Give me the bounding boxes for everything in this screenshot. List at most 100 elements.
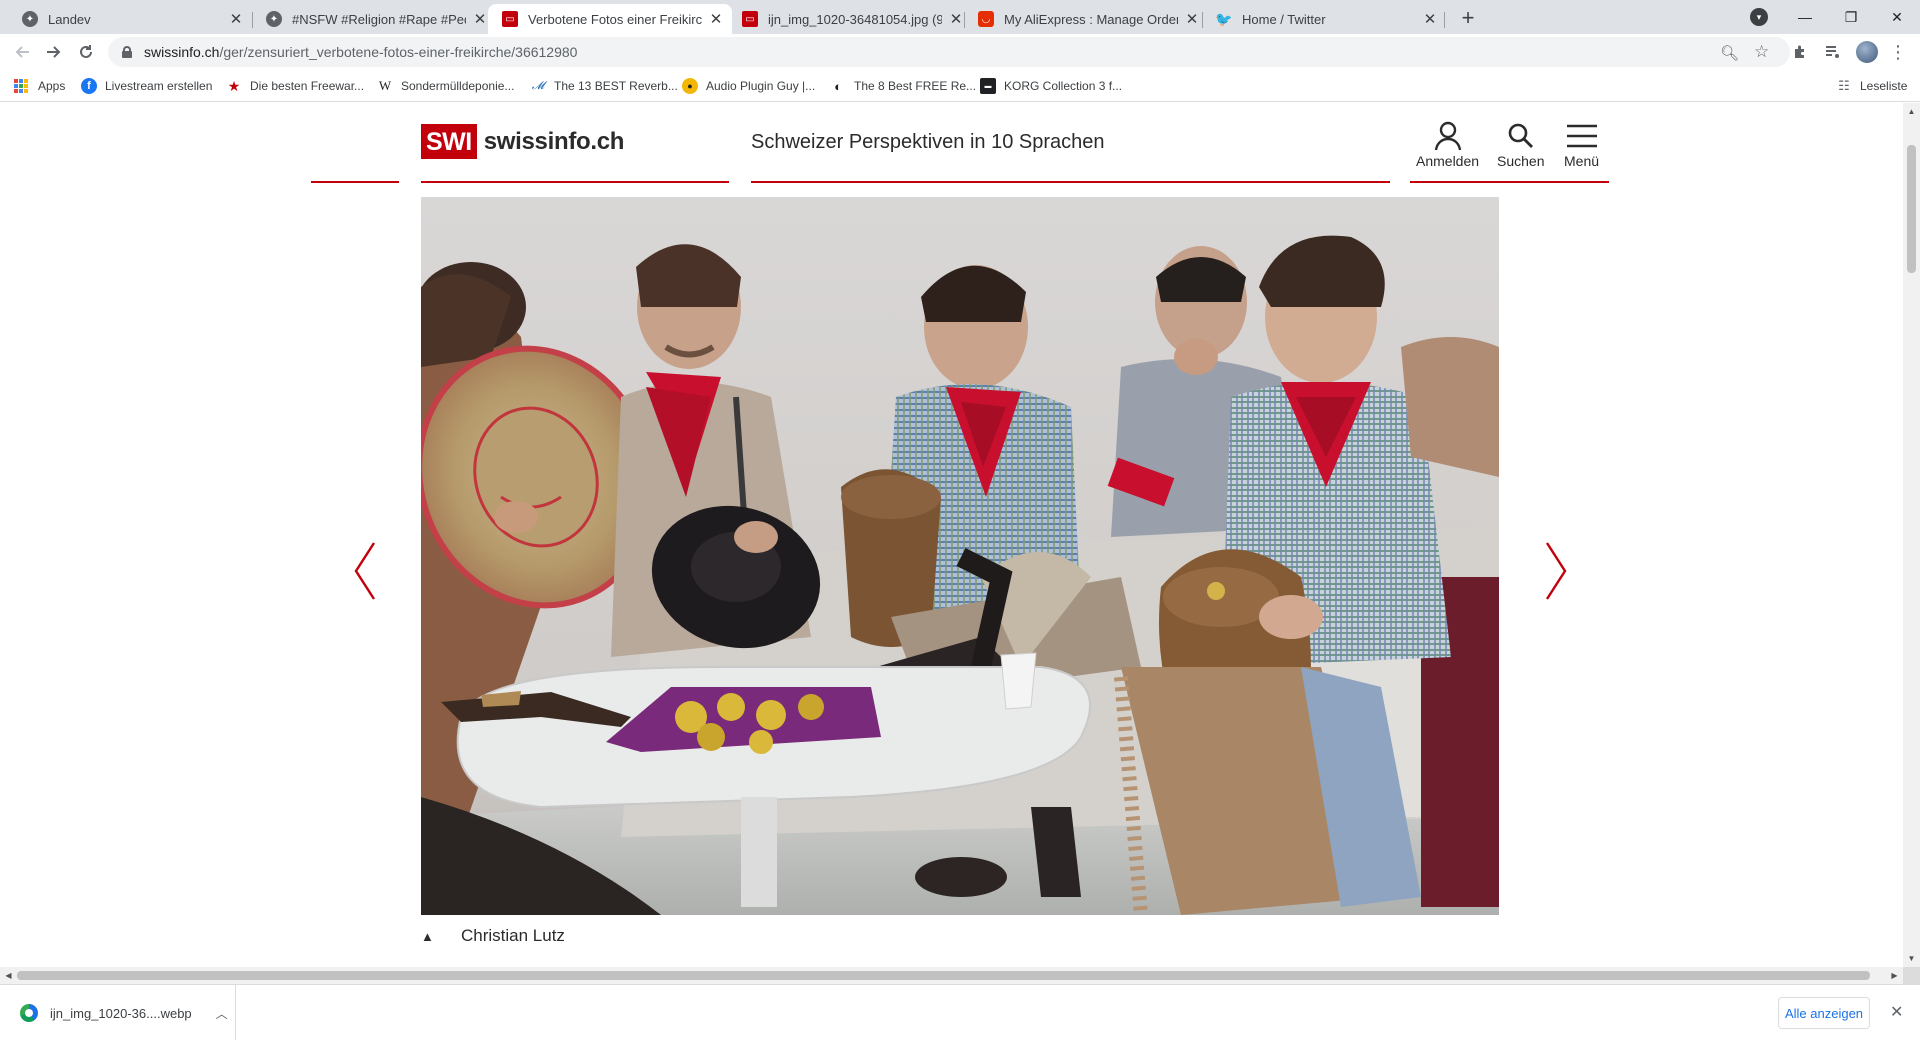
twitter-icon: 🐦 [1215, 10, 1233, 27]
close-tab-icon[interactable]: ✕ [708, 10, 724, 28]
login-label: Anmelden [1416, 153, 1480, 169]
tab-title: My AliExpress : Manage Orders [1004, 11, 1178, 27]
bookmark-sondermuell[interactable]: W Sondermülldeponie... [377, 77, 515, 95]
swi-logo[interactable]: SWI swissinfo.ch [421, 124, 624, 159]
forward-button[interactable] [40, 38, 68, 66]
tab-verbotene-fotos[interactable]: ▭ Verbotene Fotos einer Freikirche ✕ [488, 4, 732, 34]
swi-favicon-icon: ▭ [742, 11, 758, 27]
bookmark-label: Audio Plugin Guy |... [706, 79, 816, 93]
next-slide-button[interactable] [1539, 541, 1569, 601]
tab-title: #NSFW #Religion #Rape #Pedo # [292, 11, 466, 27]
close-window-icon[interactable]: ✕ [1874, 0, 1920, 34]
close-tab-icon[interactable]: ✕ [948, 10, 964, 28]
aliexpress-icon: ◡ [978, 11, 994, 27]
swi-favicon-icon: ▭ [502, 11, 518, 27]
chevron-left-icon [354, 542, 376, 600]
zoom-icon[interactable]: 🔍︎ [1720, 44, 1739, 62]
tab-landev[interactable]: ✦ Landev ✕ [8, 4, 252, 34]
show-all-downloads-button[interactable]: Alle anzeigen [1778, 997, 1870, 1029]
profile-avatar[interactable] [1856, 41, 1878, 63]
chevron-up-icon[interactable]: ︿ [216, 1005, 228, 1022]
tab-search-icon[interactable]: ▾ [1750, 8, 1768, 26]
hamburger-menu-icon [1566, 124, 1597, 148]
previous-slide-button[interactable] [352, 541, 382, 601]
header-rule [1410, 181, 1609, 183]
bookmark-label: The 8 Best FREE Re... [854, 79, 977, 93]
plugin-guy-icon: ● [682, 78, 698, 94]
tab-separator [1444, 12, 1445, 28]
close-tab-icon[interactable]: ✕ [472, 10, 488, 28]
arrow-left-icon [15, 46, 29, 58]
search-button[interactable]: Suchen [1497, 121, 1544, 169]
globe-icon: ✦ [22, 11, 38, 27]
tab-aliexpress[interactable]: ◡ My AliExpress : Manage Orders ✕ [964, 4, 1208, 34]
bookmark-label: The 13 BEST Reverb... [554, 79, 678, 93]
bookmark-livestream[interactable]: f Livestream erstellen [81, 77, 212, 95]
url-path: /ger/zensuriert_verbotene-fotos-einer-fr… [219, 44, 578, 60]
horizontal-scroll-thumb[interactable] [17, 971, 1870, 980]
extensions-puzzle-icon[interactable] [1790, 42, 1810, 62]
bookmark-plugin-guy[interactable]: ● Audio Plugin Guy |... [682, 77, 815, 95]
new-tab-button[interactable]: + [1454, 5, 1482, 33]
close-tab-icon[interactable]: ✕ [1184, 10, 1200, 28]
reload-button[interactable] [72, 38, 100, 66]
facebook-icon: f [81, 78, 97, 94]
download-item[interactable]: ijn_img_1020-36....webp ︿ [0, 985, 236, 1040]
tab-nsfw[interactable]: ✦ #NSFW #Religion #Rape #Pedo # ✕ [252, 4, 496, 34]
restore-icon[interactable]: ❐ [1828, 0, 1874, 34]
scroll-left-icon[interactable]: ◀ [0, 967, 17, 984]
browser-window: ✦ Landev ✕ ✦ #NSFW #Religion #Rape #Pedo… [0, 0, 1920, 1040]
search-label: Suchen [1497, 153, 1545, 169]
tab-ijn-img[interactable]: ▭ ijn_img_1020-36481054.jpg (980 ✕ [728, 4, 972, 34]
tab-title: Verbotene Fotos einer Freikirche [528, 11, 702, 27]
bookmark-free-reverb[interactable]: ◐ The 8 Best FREE Re... [830, 77, 976, 95]
lock-icon[interactable] [122, 46, 132, 58]
horizontal-scrollbar[interactable]: ◀ ▶ [0, 967, 1903, 984]
globe-icon: ✦ [266, 11, 282, 27]
arrow-right-icon [47, 46, 61, 58]
download-filename: ijn_img_1020-36....webp [50, 1005, 192, 1021]
back-button[interactable] [8, 38, 36, 66]
swi-logo-name: swissinfo.ch [483, 127, 625, 155]
vertical-scroll-thumb[interactable] [1907, 145, 1916, 273]
caption-toggle-icon[interactable]: ▲ [421, 929, 437, 944]
photo-caption: ▲ Christian Lutz [421, 926, 565, 946]
close-tab-icon[interactable]: ✕ [228, 10, 244, 28]
bookmark-reverb[interactable]: 𝓜 The 13 BEST Reverb... [530, 77, 678, 95]
bookmark-star-icon[interactable]: ☆ [1754, 42, 1769, 62]
reading-list-label: Leseliste [1860, 79, 1908, 93]
tab-twitter[interactable]: 🐦 Home / Twitter ✕ [1202, 4, 1446, 34]
bookmark-korg[interactable]: ▬ KORG Collection 3 f... [980, 77, 1122, 95]
login-button[interactable]: Anmelden [1416, 121, 1479, 169]
menu-button[interactable]: Menü [1564, 121, 1599, 169]
scroll-right-icon[interactable]: ▶ [1886, 967, 1903, 984]
header-rule [421, 181, 729, 183]
bookmark-freeware[interactable]: ★ Die besten Freewar... [226, 77, 364, 95]
minimize-icon[interactable]: — [1782, 0, 1828, 34]
bookmark-label: Sondermülldeponie... [401, 79, 515, 93]
moon-icon: ◐ [834, 78, 842, 94]
bookmark-apps[interactable]: Apps [14, 77, 65, 95]
bookmark-label: KORG Collection 3 f... [1004, 79, 1123, 93]
star-icon: ★ [227, 77, 241, 94]
address-bar[interactable]: swissinfo.ch/ger/zensuriert_verbotene-fo… [108, 37, 1790, 67]
more-menu-icon[interactable]: ⋮ [1888, 42, 1908, 62]
reading-list[interactable]: ☷ Leseliste [1836, 77, 1907, 95]
site-tagline: Schweizer Perspektiven in 10 Sprachen [751, 131, 1105, 153]
tab-strip: ✦ Landev ✕ ✦ #NSFW #Religion #Rape #Pedo… [0, 0, 1920, 34]
reading-list-icon: ☷ [1838, 78, 1850, 93]
menu-label: Menü [1564, 153, 1600, 169]
header-rule [751, 181, 1390, 183]
vertical-scrollbar[interactable]: ▲ ▼ [1903, 103, 1920, 967]
swi-logo-mark: SWI [421, 124, 477, 159]
scroll-down-icon[interactable]: ▼ [1903, 950, 1920, 967]
scroll-up-icon[interactable]: ▲ [1903, 103, 1920, 120]
reload-icon [80, 45, 92, 58]
wikipedia-icon: W [378, 78, 392, 93]
media-control-icon[interactable] [1822, 42, 1842, 62]
slideshow-photo[interactable] [421, 197, 1499, 915]
close-download-shelf-icon[interactable]: ✕ [1890, 1002, 1903, 1022]
bookmark-label: Apps [38, 79, 66, 93]
header-rule [311, 181, 399, 183]
close-tab-icon[interactable]: ✕ [1422, 10, 1438, 28]
